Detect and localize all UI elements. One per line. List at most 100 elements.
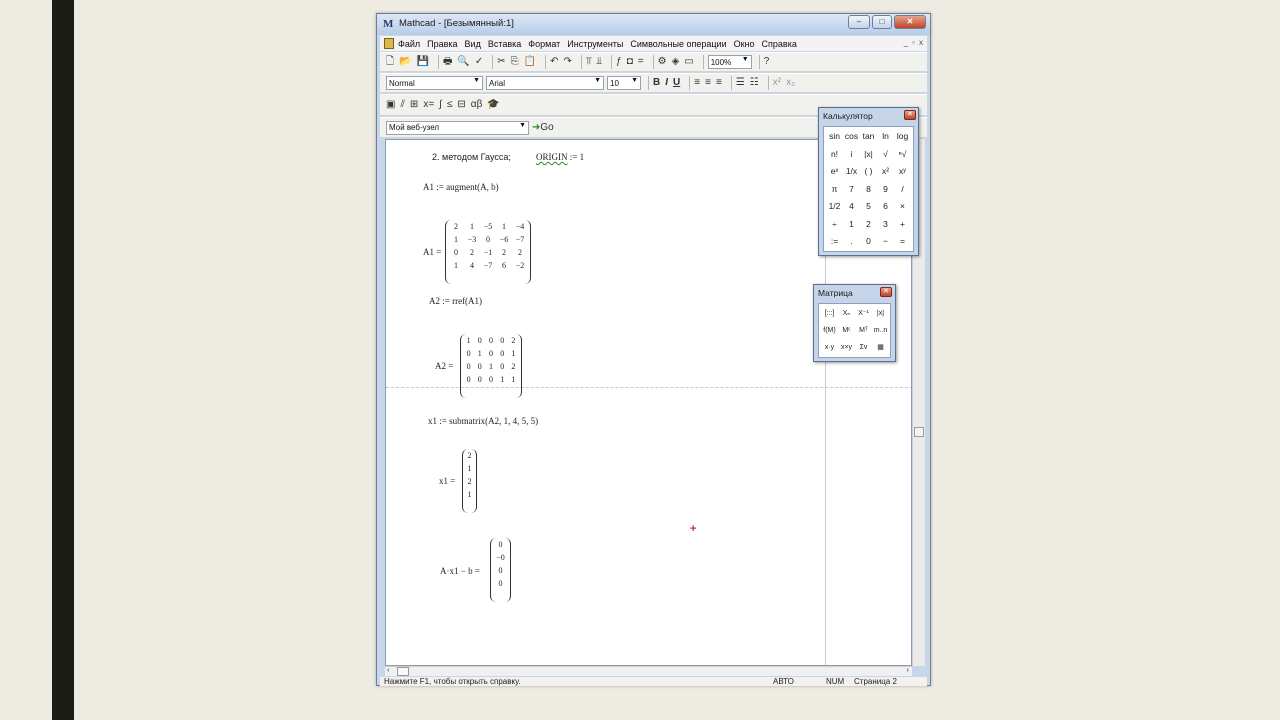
close-button[interactable]: ✕	[894, 15, 926, 29]
menu-edit[interactable]: Правка	[427, 39, 457, 49]
matrix-key[interactable]: Mᶜ	[838, 322, 855, 339]
spell-check-icon[interactable]: ✓	[475, 55, 483, 69]
cut-icon[interactable]: ✂	[497, 55, 505, 69]
resources-icon[interactable]: ◈	[672, 55, 680, 69]
new-document-icon[interactable]: 🗋	[386, 55, 394, 69]
doc-minimize-icon[interactable]: _	[904, 38, 908, 47]
align-center-icon[interactable]: ≡	[705, 76, 711, 90]
matrix-key[interactable]: |x|	[872, 305, 889, 322]
superscript-icon[interactable]: x²	[773, 76, 781, 90]
origin-definition[interactable]: ORIGIN := 1	[536, 152, 584, 162]
vertical-scroll-thumb[interactable]	[914, 427, 924, 437]
matrix-key[interactable]: Mᵀ	[855, 322, 872, 339]
print-icon[interactable]: 🖶	[443, 55, 452, 69]
align-down-icon[interactable]: ⫫	[597, 55, 603, 69]
graph-palette-icon[interactable]: ⫽	[400, 98, 404, 112]
a1-matrix[interactable]: 2 1 −5 1 −4 1 −3 0 −6 −7 0 2 −1 2 2 1 4 −7 6 −2	[445, 220, 531, 284]
calculator-key[interactable]: 1	[843, 216, 860, 234]
matrix-key[interactable]: Σv	[855, 339, 872, 356]
programming-palette-icon[interactable]: ⊟	[457, 98, 465, 112]
style-select[interactable]: Normal ▼	[386, 76, 483, 90]
calculator-key[interactable]: =	[894, 233, 911, 251]
calculator-key[interactable]: 1/2	[826, 198, 843, 216]
menu-symbolics[interactable]: Символьные операции	[630, 39, 726, 49]
menu-file[interactable]: Файл	[398, 39, 420, 49]
zoom-select[interactable]: 100% ▼	[707, 55, 752, 69]
a1-definition[interactable]: A1 := augment(A, b)	[423, 182, 499, 192]
evaluation-palette-icon[interactable]: x=	[423, 98, 434, 112]
calculator-key[interactable]: 9	[877, 181, 894, 199]
matrix-key[interactable]: m..n	[872, 322, 889, 339]
calculator-key[interactable]: n!	[826, 146, 843, 164]
calculator-key[interactable]: 8	[860, 181, 877, 199]
calculator-key[interactable]: √	[877, 146, 894, 164]
calculator-key[interactable]: 1/x	[843, 163, 860, 181]
matrix-palette-icon[interactable]: ⊞	[410, 98, 418, 112]
font-size-select[interactable]: 10 ▼	[607, 76, 641, 90]
calculator-key[interactable]: +	[894, 216, 911, 234]
calculator-key[interactable]: .	[843, 233, 860, 251]
matrix-key[interactable]: f(M)	[821, 322, 838, 339]
calculator-key[interactable]: −	[877, 233, 894, 251]
calculator-key[interactable]: ( )	[860, 163, 877, 181]
horizontal-scrollbar[interactable]: ‹ ›	[385, 666, 912, 676]
symbolic-palette-icon[interactable]: 🎓	[487, 98, 499, 112]
matrix-key[interactable]: ▦	[872, 339, 889, 356]
calculator-key[interactable]: ×	[894, 198, 911, 216]
calculator-key[interactable]: 0	[860, 233, 877, 251]
matrix-key[interactable]: Xₙ	[838, 305, 855, 322]
a2-definition[interactable]: A2 := rref(A1)	[429, 296, 482, 306]
menu-view[interactable]: Вид	[465, 39, 481, 49]
matrix-key[interactable]: [:::]	[821, 305, 838, 322]
minimize-button[interactable]: ‒	[848, 15, 870, 29]
horizontal-scroll-thumb[interactable]	[397, 667, 409, 676]
menu-help[interactable]: Справка	[762, 39, 797, 49]
calculator-key[interactable]: log	[894, 128, 911, 146]
calculator-key[interactable]: 3	[877, 216, 894, 234]
menu-tools[interactable]: Инструменты	[567, 39, 623, 49]
calculator-key[interactable]: :=	[826, 233, 843, 251]
calculator-key[interactable]: 5	[860, 198, 877, 216]
subscript-icon[interactable]: x₂	[786, 76, 795, 90]
x1-definition[interactable]: x1 := submatrix(A2, 1, 4, 5, 5)	[428, 416, 538, 426]
calculator-key[interactable]: i	[843, 146, 860, 164]
align-right-icon[interactable]: ≡	[716, 76, 722, 90]
numbered-list-icon[interactable]: ☷	[750, 76, 759, 90]
scroll-left-icon[interactable]: ‹	[387, 667, 389, 674]
help-icon[interactable]: ?	[764, 55, 770, 69]
calculator-key[interactable]: sin	[826, 128, 843, 146]
calculator-key[interactable]: /	[894, 181, 911, 199]
calculator-key[interactable]: x²	[877, 163, 894, 181]
calculus-palette-icon[interactable]: ∫	[439, 98, 442, 112]
calculator-key[interactable]: xʸ	[894, 163, 911, 181]
paste-icon[interactable]: 📋	[524, 55, 536, 69]
calculator-key[interactable]: |x|	[860, 146, 877, 164]
menu-format[interactable]: Формат	[528, 39, 560, 49]
doc-restore-icon[interactable]: ▫	[912, 38, 915, 47]
copy-icon[interactable]: ⎘	[511, 55, 519, 69]
open-icon[interactable]: 📂	[399, 55, 411, 69]
menu-insert[interactable]: Вставка	[488, 39, 521, 49]
calculator-key[interactable]: 4	[843, 198, 860, 216]
insert-unit-icon[interactable]: ◘	[627, 55, 633, 69]
check-vector[interactable]: 0 −0 0 0	[490, 538, 511, 602]
redo-icon[interactable]: ↷	[563, 55, 571, 69]
a2-matrix[interactable]: 10002 01001 00102 00011	[460, 334, 522, 398]
calculator-palette-icon[interactable]: ▣	[386, 98, 395, 112]
calculator-key[interactable]: ⁿ√	[894, 146, 911, 164]
align-left-icon[interactable]: ≡	[694, 76, 700, 90]
matrix-close-button[interactable]: ✕	[880, 287, 892, 297]
italic-button[interactable]: I	[665, 76, 668, 90]
maximize-button[interactable]: □	[872, 15, 892, 29]
save-icon[interactable]: 💾	[417, 55, 429, 69]
matrix-key[interactable]: X⁻¹	[855, 305, 872, 322]
web-address-select[interactable]: Мой веб-узел ▼	[386, 120, 529, 135]
calculator-close-button[interactable]: ✕	[904, 110, 916, 120]
calculator-key[interactable]: ln	[877, 128, 894, 146]
calculator-key[interactable]: 2	[860, 216, 877, 234]
region-icon[interactable]: ▭	[684, 55, 693, 69]
go-button[interactable]: ➜Go	[532, 121, 554, 135]
bold-button[interactable]: B	[653, 76, 660, 90]
print-preview-icon[interactable]: 🔍	[457, 55, 469, 69]
calculator-key[interactable]: cos	[843, 128, 860, 146]
